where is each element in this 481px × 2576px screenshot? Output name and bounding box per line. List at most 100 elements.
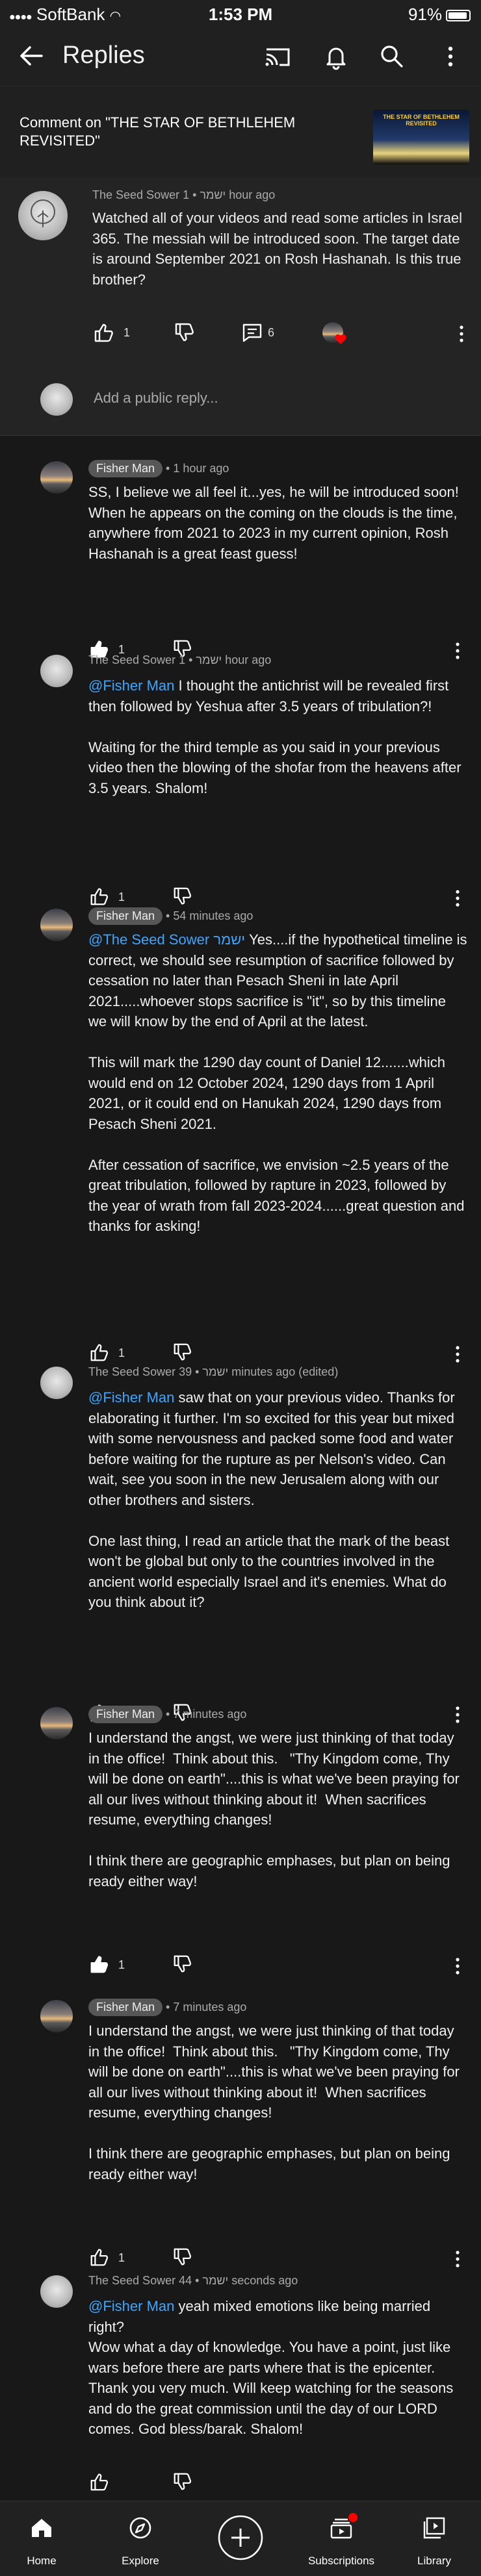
avatar[interactable] xyxy=(40,1367,73,1399)
avatar[interactable] xyxy=(40,1707,73,1739)
author-name[interactable]: Fisher Man xyxy=(88,907,163,925)
nav-create[interactable] xyxy=(199,2501,282,2576)
like-button[interactable] xyxy=(88,2246,110,2271)
tree-icon xyxy=(31,199,55,227)
notifications-button[interactable] xyxy=(320,40,352,73)
reply-more-button[interactable] xyxy=(450,885,465,911)
battery-icon xyxy=(446,10,471,22)
author-name[interactable]: The Seed Sower ישמר xyxy=(88,653,222,666)
parent-comment: The Seed Sower ישמר • 1 hour ago Watched… xyxy=(0,177,481,365)
author-name[interactable]: The Seed Sower ישמר xyxy=(88,2274,228,2287)
back-button[interactable] xyxy=(16,40,47,71)
divider xyxy=(0,435,481,436)
compass-icon xyxy=(129,2517,151,2539)
thumbs-up-icon xyxy=(90,1956,109,1973)
avatar xyxy=(40,383,73,416)
reply-body: @Fisher Man yeah mixed emotions like bei… xyxy=(88,2296,468,2440)
like-button[interactable] xyxy=(88,1341,110,1367)
reply-text: saw that on your previous video. Thanks … xyxy=(88,1389,455,1610)
context-label: Comment on "THE STAR OF BETHLEHEM REVISI… xyxy=(20,114,296,149)
dislike-button[interactable] xyxy=(173,321,196,347)
thumbs-up-icon xyxy=(90,2473,109,2491)
dislike-button[interactable] xyxy=(172,1341,194,1367)
avatar[interactable] xyxy=(40,909,73,941)
home-icon xyxy=(32,2519,51,2537)
reply-button[interactable] xyxy=(240,321,264,347)
arrow-left-icon xyxy=(20,46,43,66)
thumbs-down-icon xyxy=(174,2248,192,2266)
comment-time: 54 minutes ago xyxy=(173,909,254,922)
reply-body: @The Seed Sower ישמר Yes....if the hypot… xyxy=(88,929,468,1237)
like-button[interactable] xyxy=(88,1953,110,1978)
more-vertical-icon xyxy=(456,1706,460,1723)
reply-meta: Fisher Man • 7 minutes ago xyxy=(88,1706,246,1723)
thumbs-down-icon xyxy=(174,1343,192,1361)
search-button[interactable] xyxy=(376,40,408,73)
comment-actions: 1 6 xyxy=(92,321,469,347)
bell-icon xyxy=(326,47,346,70)
more-options-button[interactable] xyxy=(434,40,467,73)
author-name[interactable]: Fisher Man xyxy=(88,460,163,477)
reply-more-button[interactable] xyxy=(450,1341,465,1367)
reply-more-button[interactable] xyxy=(450,1702,465,1728)
avatar[interactable] xyxy=(40,2000,73,2032)
reply-actions: 1 xyxy=(88,1341,468,1367)
comment-meta: The Seed Sower ישמר • 1 hour ago xyxy=(92,188,276,201)
mention-link[interactable]: @Fisher Man xyxy=(88,1389,174,1406)
avatar[interactable] xyxy=(18,191,68,240)
thumbs-down-icon xyxy=(175,323,194,342)
more-vertical-icon xyxy=(456,2251,460,2267)
nav-home[interactable]: Home xyxy=(0,2501,83,2576)
like-count: 1 xyxy=(118,1346,125,1359)
thumbs-down-icon xyxy=(174,2473,192,2490)
dislike-button[interactable] xyxy=(172,1953,194,1978)
avatar[interactable] xyxy=(40,2275,73,2308)
like-button[interactable] xyxy=(88,2471,110,2496)
video-thumbnail[interactable]: THE STAR OF BETHLEHEM REVISITED xyxy=(373,110,469,164)
notification-badge xyxy=(348,2513,358,2522)
reply-composer[interactable]: Add a public reply... xyxy=(0,365,481,435)
like-count: 1 xyxy=(124,326,131,339)
nav-explore[interactable]: Explore xyxy=(99,2501,182,2576)
reply-body: SS, I believe we all feel it...yes, he w… xyxy=(88,482,468,564)
reply-meta: The Seed Sower ישמר • 44 seconds ago xyxy=(88,2274,298,2287)
thumbs-up-icon xyxy=(94,323,113,342)
comment-time: 44 seconds ago xyxy=(179,2274,298,2287)
reply-meta: Fisher Man • 7 minutes ago xyxy=(88,1999,246,2016)
reply-more-button[interactable] xyxy=(450,638,465,664)
reply-more-button[interactable] xyxy=(450,1953,465,1979)
comment-time: 1 hour ago xyxy=(183,188,276,201)
comment-body: Watched all of your videos and read some… xyxy=(92,210,467,288)
reply-more-button[interactable] xyxy=(450,2246,465,2272)
comment-context[interactable]: Comment on "THE STAR OF BETHLEHEM REVISI… xyxy=(0,86,481,177)
like-button[interactable] xyxy=(92,321,116,347)
status-bar: ●●●● SoftBank ◠ 1:53 PM 91% xyxy=(0,0,481,29)
mention-link[interactable]: @Fisher Man xyxy=(88,677,174,694)
author-name[interactable]: The Seed Sower ישמר xyxy=(88,1365,228,1378)
mention-link[interactable]: @The Seed Sower ישמר xyxy=(88,931,245,948)
search-icon xyxy=(381,45,403,68)
avatar[interactable] xyxy=(40,655,73,687)
reply-text: yeah mixed emotions like being married r… xyxy=(88,2298,454,2437)
cast-icon xyxy=(265,48,290,66)
author-name[interactable]: Fisher Man xyxy=(88,1999,163,2016)
reply-text: Yes....if the hypothetical timeline is c… xyxy=(88,931,467,1234)
comment-time: 1 hour ago xyxy=(179,653,272,666)
dislike-button[interactable] xyxy=(172,2246,194,2271)
author-name[interactable]: The Seed Sower ישמר xyxy=(92,188,226,201)
reply-body: @Fisher Man saw that on your previous vi… xyxy=(88,1387,468,1613)
nav-library[interactable]: Library xyxy=(393,2501,476,2576)
more-vertical-icon xyxy=(456,1958,460,1975)
avatar[interactable] xyxy=(40,461,73,494)
mention-link[interactable]: @Fisher Man xyxy=(88,2298,174,2314)
bottom-navigation: Home Explore Subscriptions Library xyxy=(0,2501,481,2576)
cast-button[interactable] xyxy=(261,40,294,73)
thumbs-up-icon xyxy=(90,2249,109,2266)
app-bar: Replies xyxy=(0,29,481,86)
comment-more-button[interactable] xyxy=(454,321,469,347)
reply-input[interactable]: Add a public reply... xyxy=(94,390,218,407)
dislike-button[interactable] xyxy=(172,2471,194,2496)
author-name[interactable]: Fisher Man xyxy=(88,1706,163,1723)
reply-meta: The Seed Sower ישמר • 1 hour ago xyxy=(88,653,272,666)
nav-subscriptions[interactable]: Subscriptions xyxy=(292,2501,390,2576)
